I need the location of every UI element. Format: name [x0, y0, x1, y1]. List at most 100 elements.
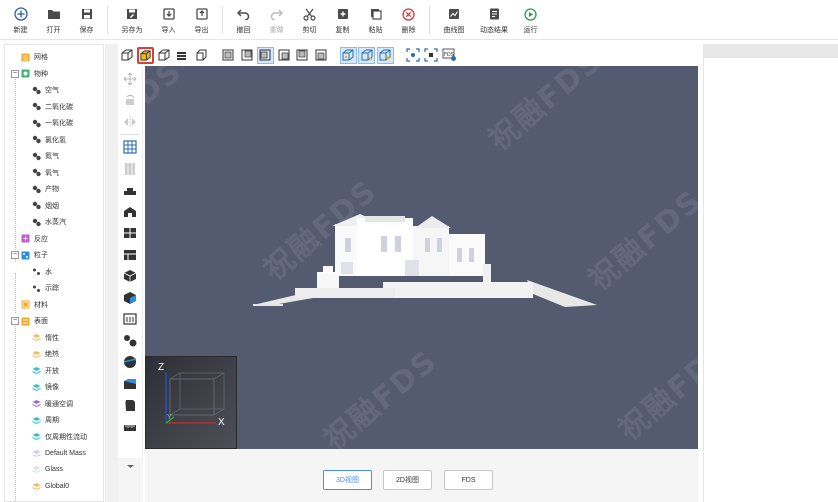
play-circle-icon: [523, 6, 539, 22]
tree-item-n2[interactable]: 氮气: [5, 148, 103, 165]
export-button[interactable]: 导出: [185, 0, 218, 40]
snap-point-icon[interactable]: [376, 46, 394, 64]
layers-icon: [32, 416, 41, 425]
axis-gizmo: Z X Y: [145, 356, 237, 449]
collapse-toggle-icon[interactable]: −: [11, 317, 19, 326]
tree-item-periodic-flow[interactable]: 仅周期性流动: [5, 429, 103, 446]
tree-item-mesh[interactable]: 网格: [5, 49, 103, 66]
3d-viewport[interactable]: 祝融FDS 祝融FDS 祝融FDS 祝融FDS 祝融FDS 祝融FDS Z X …: [145, 66, 698, 449]
dynamic-results-button[interactable]: 动态结果: [474, 0, 514, 40]
tree-item-mirror[interactable]: 镜像: [5, 379, 103, 396]
tree-item-adiabatic[interactable]: 绝热: [5, 346, 103, 363]
paste-label: 粘贴: [368, 27, 383, 34]
block-icon[interactable]: [121, 224, 139, 242]
toolbar-divider: [429, 6, 430, 34]
fds-settings-icon[interactable]: FDS: [441, 47, 458, 64]
tree-item-open[interactable]: 开放: [5, 363, 103, 380]
tree-item-air[interactable]: 空气: [5, 82, 103, 99]
tree-item-surface[interactable]: − 表面: [5, 313, 103, 330]
tab-fds[interactable]: FDS: [444, 470, 493, 490]
device-icon[interactable]: [121, 396, 139, 414]
tree-item-vapor[interactable]: 水蒸汽: [5, 214, 103, 231]
cube-solid-yellow-icon[interactable]: [136, 46, 154, 64]
tab-2d-view[interactable]: 2D视图: [383, 470, 432, 490]
snap-edge-icon[interactable]: [358, 46, 375, 64]
tree-item-tracer[interactable]: 示踪: [5, 280, 103, 297]
run-button[interactable]: 运行: [514, 0, 547, 40]
copy-button[interactable]: 复制: [326, 0, 359, 40]
tree-item-inert[interactable]: 惰性: [5, 330, 103, 347]
undo-label: 撤回: [236, 27, 251, 34]
save-button[interactable]: 保存: [70, 0, 103, 40]
tree-item-soot[interactable]: 烟烟: [5, 198, 103, 215]
collapse-toggle-icon[interactable]: −: [11, 251, 19, 260]
cube-wireframe-icon[interactable]: [118, 47, 135, 64]
grid-mesh-icon[interactable]: [121, 138, 139, 156]
view-left-icon[interactable]: [256, 46, 274, 64]
cut-button[interactable]: 剪切: [293, 0, 326, 40]
tree-item-hcl[interactable]: 氯化氢: [5, 132, 103, 149]
edit-tools-column: [118, 66, 143, 458]
measure-icon[interactable]: [121, 418, 139, 436]
import-button[interactable]: 导入: [152, 0, 185, 40]
snap-cube-icon[interactable]: [339, 46, 357, 64]
tree-item-label: 表面: [34, 318, 48, 326]
new-button[interactable]: 新建: [4, 0, 37, 40]
tree-item-global[interactable]: Global0: [5, 478, 103, 495]
tree-item-glass[interactable]: Glass: [5, 462, 103, 479]
wall-icon[interactable]: [121, 160, 139, 178]
obstruction-cube-icon[interactable]: [121, 267, 139, 285]
stair-icon[interactable]: [121, 181, 139, 199]
tree-item-particle[interactable]: − 粒子: [5, 247, 103, 264]
molecule-icon: [32, 102, 41, 111]
folder-icon: [46, 6, 62, 22]
tree-item-product[interactable]: 产物: [5, 181, 103, 198]
vent-cube-icon[interactable]: [121, 289, 139, 307]
view-front-icon[interactable]: [220, 47, 237, 64]
redo-button[interactable]: 重做: [260, 0, 293, 40]
zoom-selection-icon[interactable]: [423, 47, 440, 64]
delete-button[interactable]: 删除: [392, 0, 425, 40]
tree-item-water[interactable]: 水: [5, 264, 103, 281]
view-back-icon[interactable]: [238, 47, 255, 64]
tree-item-co[interactable]: 一氧化碳: [5, 115, 103, 132]
view-right-icon[interactable]: [275, 47, 292, 64]
floppy-icon: [79, 6, 95, 22]
tree-item-label: 氮气: [45, 153, 59, 161]
tree-item-reaction[interactable]: 反应: [5, 231, 103, 248]
move-icon[interactable]: [121, 70, 139, 88]
panel-splitter[interactable]: [105, 44, 118, 502]
tree-item-species[interactable]: − 物种: [5, 66, 103, 83]
open-button[interactable]: 打开: [37, 0, 70, 40]
view-top-icon[interactable]: [294, 47, 311, 64]
tab-3d-view[interactable]: 3D视图: [323, 470, 372, 490]
particles-icon[interactable]: [121, 332, 139, 350]
panel-icon[interactable]: [121, 246, 139, 264]
tree-item-co2[interactable]: 二氧化碳: [5, 99, 103, 116]
paste-button[interactable]: 粘贴: [359, 0, 392, 40]
collapse-toggle-icon[interactable]: −: [11, 69, 19, 78]
rotate-icon[interactable]: [121, 91, 139, 109]
zoom-fit-icon[interactable]: [404, 47, 421, 64]
tree-item-default-mass[interactable]: Default Mass: [5, 445, 103, 462]
curve-chart-button[interactable]: 曲线图: [434, 0, 474, 40]
export-label: 导出: [194, 27, 209, 34]
tree-item-o2[interactable]: 氧气: [5, 165, 103, 182]
heater-icon[interactable]: [121, 310, 139, 328]
slice-plane-icon[interactable]: [121, 375, 139, 393]
view-bottom-icon[interactable]: [312, 47, 329, 64]
room-icon[interactable]: [121, 203, 139, 221]
cube-corner-icon[interactable]: [192, 47, 209, 64]
tree-item-periodic[interactable]: 周期: [5, 412, 103, 429]
sphere-cut-icon[interactable]: [121, 353, 139, 371]
tools-scroll-area[interactable]: [118, 458, 143, 502]
mirror-icon[interactable]: [121, 113, 139, 131]
tree-item-hvac[interactable]: 暖通空调: [5, 396, 103, 413]
scroll-down-icon[interactable]: [118, 463, 143, 471]
cube-layers-icon[interactable]: [174, 47, 191, 64]
cube-outline-icon[interactable]: [155, 47, 172, 64]
tree-item-material[interactable]: 材料: [5, 297, 103, 314]
undo-button[interactable]: 撤回: [227, 0, 260, 40]
save-as-button[interactable]: 另存为: [112, 0, 152, 40]
particle-icon: [21, 251, 30, 260]
